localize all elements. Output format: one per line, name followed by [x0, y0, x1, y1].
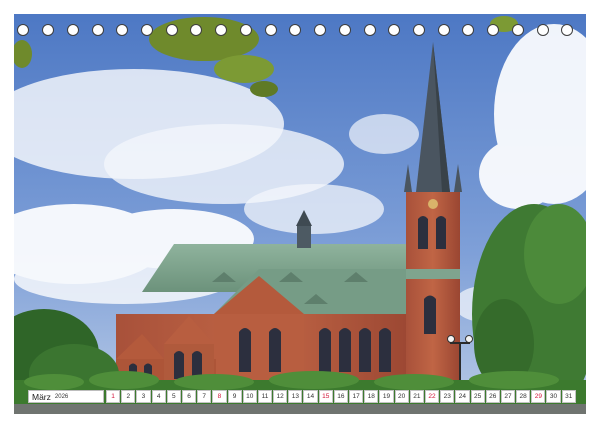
day-cell: 25 [470, 390, 485, 403]
day-cell: 6 [181, 390, 197, 403]
spiral-ring-icon [42, 24, 55, 36]
day-cell: 8 [212, 390, 227, 403]
day-cell: 15 [318, 390, 333, 403]
day-cell: 7 [197, 390, 212, 403]
spiral-ring-icon [413, 24, 426, 36]
church-photo-illustration [14, 14, 586, 414]
day-cell: 14 [303, 390, 318, 403]
day-cell: 5 [166, 390, 181, 403]
spiral-ring-icon [338, 24, 351, 36]
spiral-ring-icon [215, 24, 228, 36]
church-photo [14, 14, 586, 414]
day-cell: 21 [409, 390, 424, 403]
spiral-ring-icon [561, 24, 574, 36]
day-cell: 19 [379, 390, 394, 403]
day-cell: 23 [440, 390, 455, 403]
day-cell: 11 [257, 390, 273, 403]
spiral-ring-icon [363, 24, 376, 36]
day-cell: 12 [273, 390, 288, 403]
spiral-ring-icon [141, 24, 154, 36]
day-cell: 2 [121, 390, 136, 403]
day-cell: 24 [455, 390, 470, 403]
spiral-ring-icon [289, 24, 302, 36]
day-cell: 26 [485, 390, 500, 403]
day-cell: 30 [546, 390, 561, 403]
spiral-binding [0, 24, 600, 40]
day-cell: 10 [242, 390, 257, 403]
day-cell: 3 [136, 390, 151, 403]
spiral-ring-icon [487, 24, 500, 36]
day-cell: 4 [151, 390, 166, 403]
day-cell: 13 [288, 390, 303, 403]
spiral-ring-icon [91, 24, 104, 36]
spiral-ring-icon [264, 24, 277, 36]
spiral-ring-icon [437, 24, 450, 36]
calendar-page: März 2026 1 2 3 4 5 6 7 8 9 10 11 12 13 14 15 16 17 18 19 2… [0, 0, 600, 431]
spiral-ring-icon [511, 24, 524, 36]
church-tower [406, 192, 460, 387]
day-cell: 20 [394, 390, 409, 403]
spiral-ring-icon [536, 24, 549, 36]
day-cells: 1 2 3 4 5 6 7 8 9 10 11 12 13 14 15 16 17 18 19 20 21 22 23 24 2… [105, 389, 576, 404]
day-cell: 28 [516, 390, 531, 403]
spiral-ring-icon [239, 24, 252, 36]
date-strip: März 2026 1 2 3 4 5 6 7 8 9 10 11 12 13 14 15 16 17 18 19 2… [28, 389, 576, 404]
spiral-ring-icon [66, 24, 79, 36]
spiral-ring-icon [116, 24, 129, 36]
month-label-box: März 2026 [28, 390, 104, 403]
day-cell: 16 [333, 390, 348, 403]
spiral-ring-icon [17, 24, 30, 36]
day-cell: 27 [500, 390, 516, 403]
year-label: 2026 [54, 393, 69, 400]
spiral-ring-icon [314, 24, 327, 36]
spiral-ring-icon [388, 24, 401, 36]
spiral-ring-icon [165, 24, 178, 36]
spiral-ring-icon [462, 24, 475, 36]
day-cell: 22 [424, 390, 440, 403]
day-cell: 31 [561, 390, 576, 403]
spiral-ring-icon [190, 24, 203, 36]
day-cell: 1 [106, 390, 121, 403]
day-cell: 29 [531, 390, 546, 403]
month-name: März [32, 391, 51, 402]
day-cell: 9 [227, 390, 242, 403]
day-cell: 17 [349, 390, 364, 403]
day-cell: 18 [364, 390, 379, 403]
